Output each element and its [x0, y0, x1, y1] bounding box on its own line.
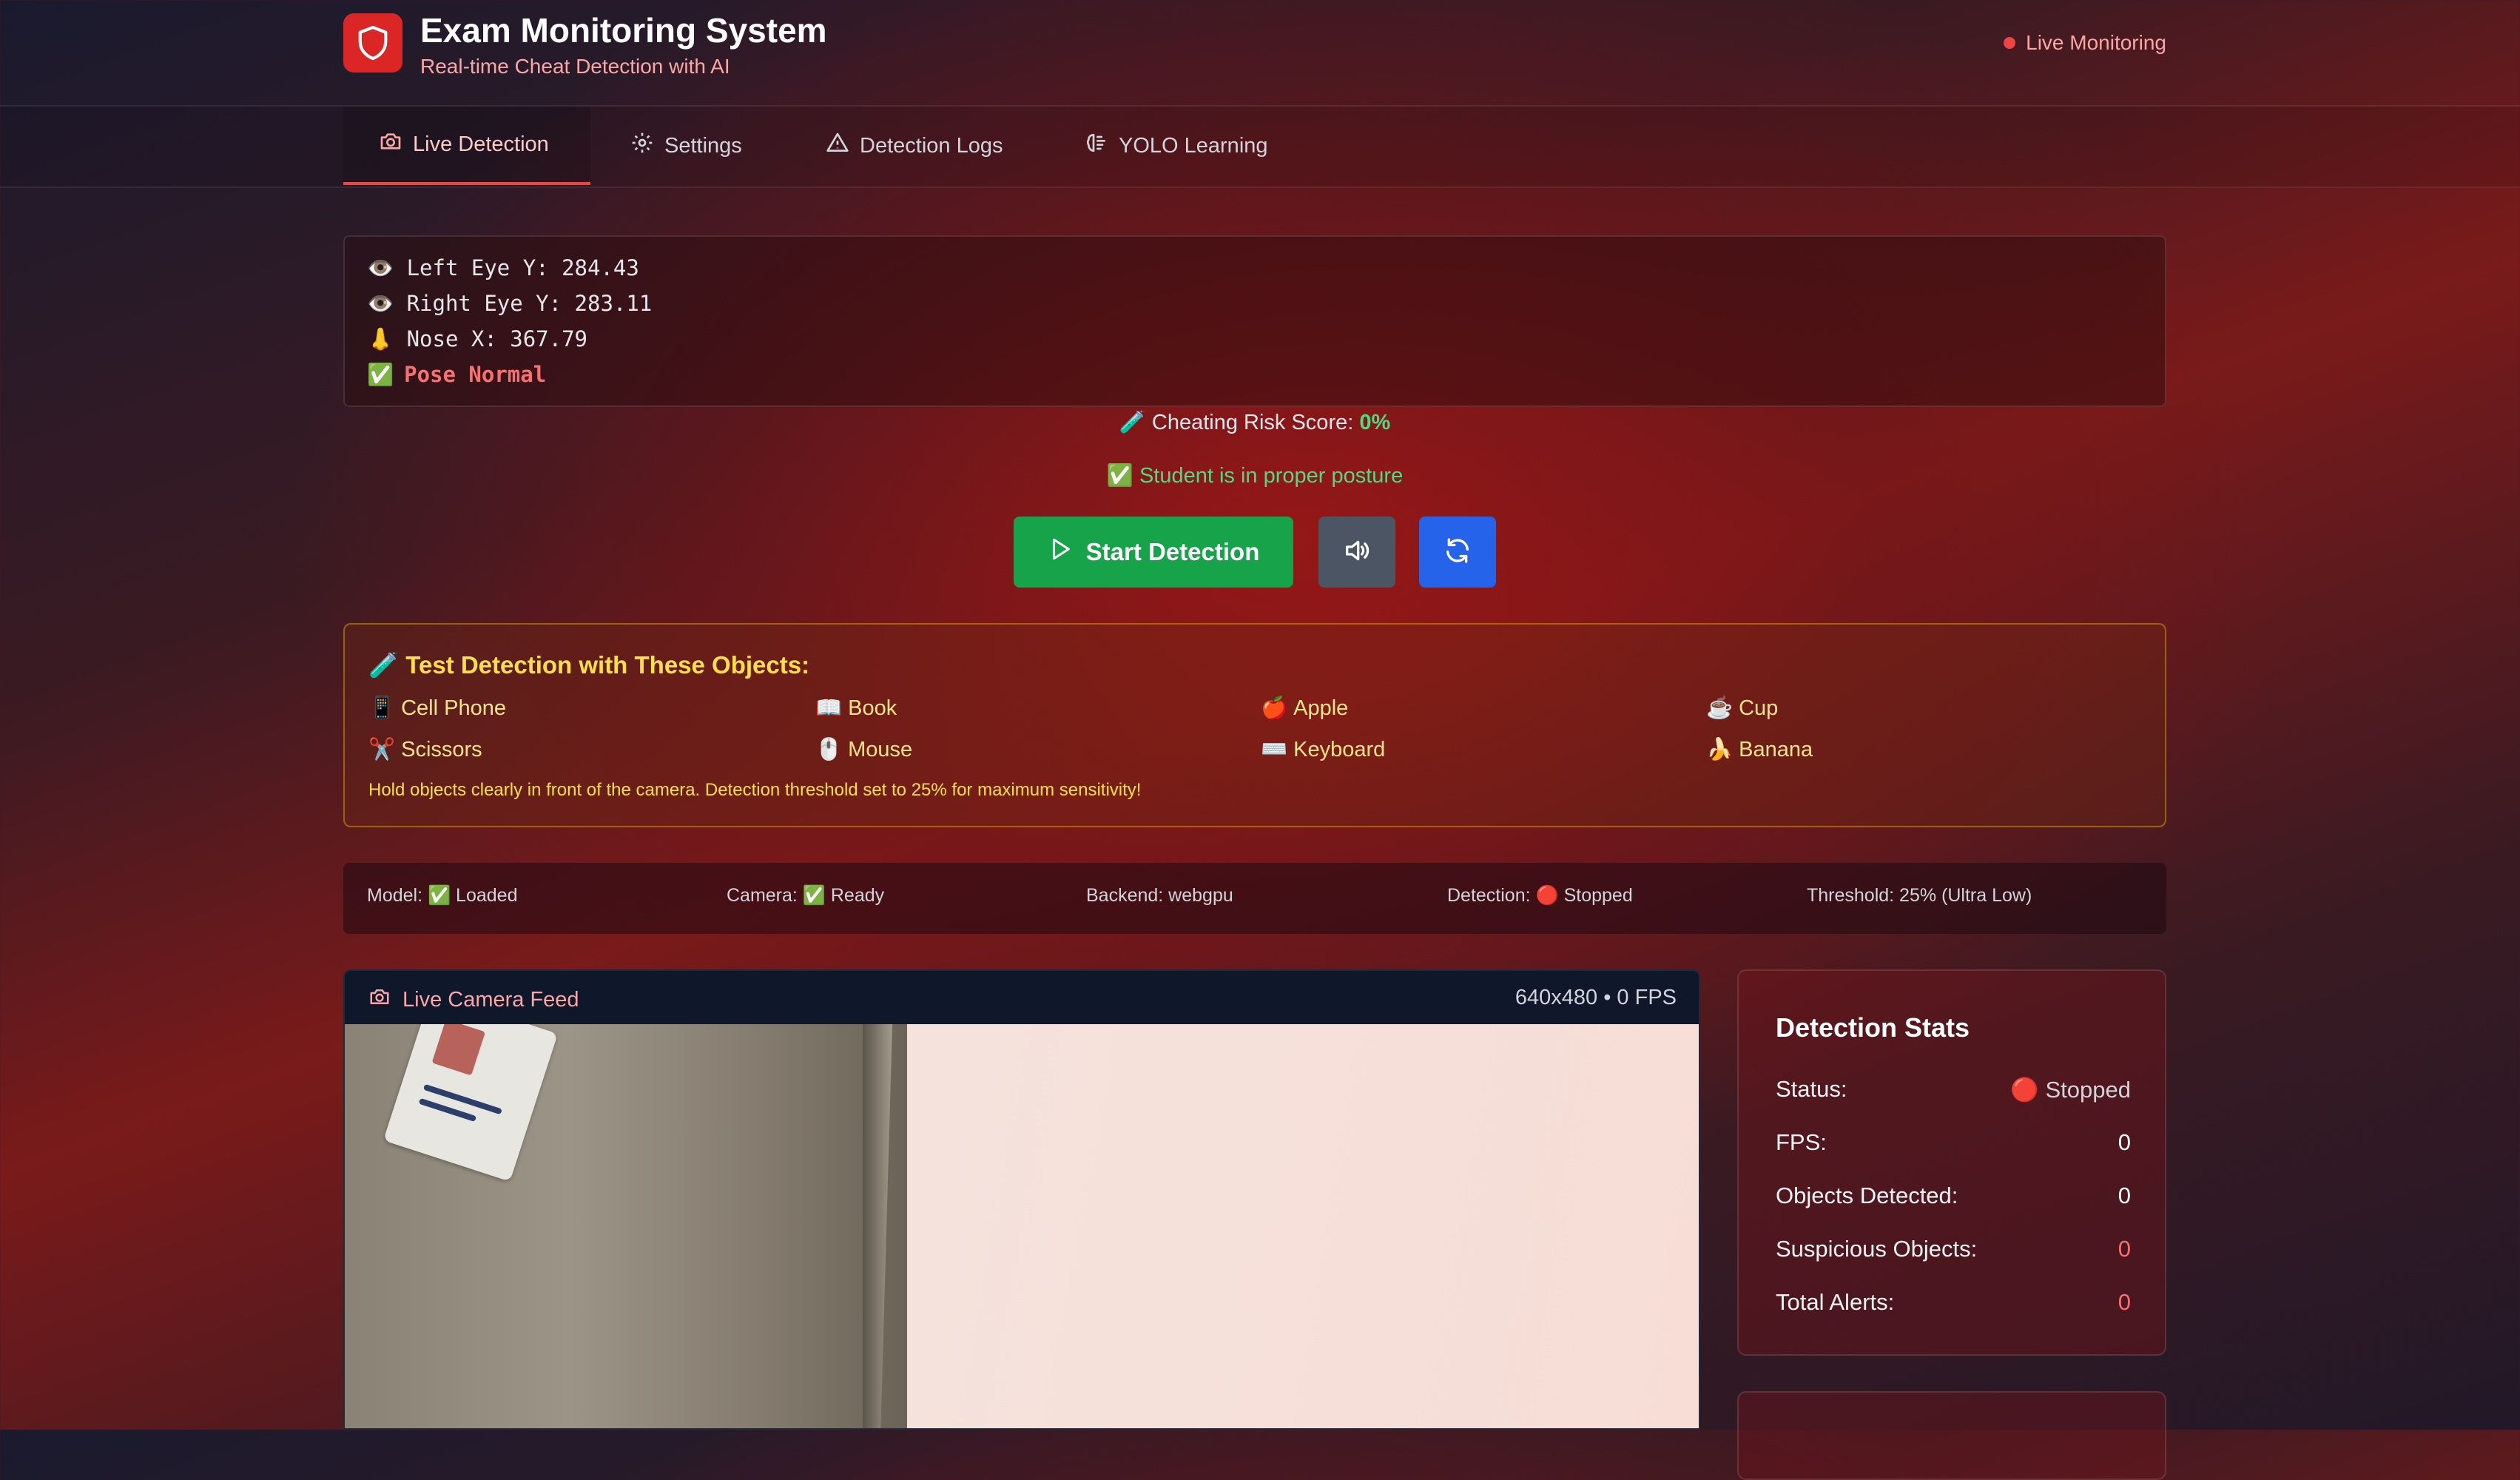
- play-icon: [1048, 536, 1073, 568]
- app-subtitle: Real-time Cheat Detection with AI: [420, 55, 730, 78]
- live-monitoring-label: Live Monitoring: [2026, 31, 2166, 54]
- object-apple: 🍎 Apple: [1261, 696, 1348, 721]
- camera-status: Camera: ✅ Ready: [727, 885, 885, 906]
- object-label: Cell Phone: [401, 696, 506, 720]
- pose-status: Pose Normal: [404, 362, 547, 387]
- stat-value: 0: [2118, 1236, 2131, 1262]
- test-objects-note: Hold objects clearly in front of the cam…: [368, 780, 1142, 800]
- detection-stats-panel: Detection Stats Status: 🔴 Stopped FPS: 0…: [1737, 969, 2166, 1356]
- backend-status: Backend: webgpu: [1086, 885, 1233, 906]
- object-label: Cup: [1739, 696, 1779, 720]
- tab-bar: Live Detection Settings Detection Logs Y…: [0, 107, 2520, 188]
- check-icon: ✅: [367, 361, 394, 387]
- id-card-line: [422, 1083, 502, 1115]
- left-eye-readout: 👁️ Left Eye Y: 284.43: [367, 255, 639, 280]
- right-eye-readout: 👁️ Right Eye Y: 283.11: [367, 290, 653, 316]
- pose-readout-panel: 👁️ Left Eye Y: 284.43 👁️ Right Eye Y: 28…: [343, 235, 2166, 407]
- apple-icon: 🍎: [1261, 696, 1288, 720]
- start-detection-label: Start Detection: [1085, 538, 1260, 565]
- camera-feed-header: Live Camera Feed 640x480 • 0 FPS: [345, 971, 1699, 1024]
- camera-feed-title: Live Camera Feed: [368, 986, 579, 1014]
- brain-icon: [1085, 131, 1108, 161]
- refresh-button[interactable]: [1419, 517, 1496, 588]
- sound-toggle-button[interactable]: [1318, 517, 1395, 588]
- stat-total-alerts: Total Alerts: 0: [1776, 1289, 2131, 1316]
- test-objects-title: 🧪 Test Detection with These Objects:: [368, 651, 810, 679]
- tab-detection-logs[interactable]: Detection Logs: [790, 107, 1038, 185]
- stat-label: Objects Detected:: [1776, 1183, 1958, 1208]
- object-label: Scissors: [401, 737, 482, 761]
- phone-icon: 📱: [368, 696, 396, 720]
- tab-label: Settings: [664, 133, 742, 158]
- object-mouse: 🖱️ Mouse: [815, 737, 912, 762]
- object-cup: ☕ Cup: [1706, 696, 1778, 721]
- risk-label: 🧪 Cheating Risk Score:: [1119, 411, 1354, 434]
- book-icon: 📖: [815, 696, 843, 720]
- nose-readout: 👃 Nose X: 367.79: [367, 326, 588, 352]
- model-status: Model: ✅ Loaded: [367, 885, 518, 906]
- warning-icon: [826, 131, 849, 161]
- cup-icon: ☕: [1706, 696, 1734, 720]
- object-label: Keyboard: [1293, 737, 1386, 761]
- live-dot-icon: [2004, 37, 2016, 49]
- tab-label: YOLO Learning: [1119, 133, 1268, 158]
- stat-label: FPS:: [1776, 1129, 1827, 1155]
- start-detection-button[interactable]: Start Detection: [1014, 517, 1293, 588]
- cheating-risk-score: 🧪 Cheating Risk Score: 0%: [343, 410, 2166, 435]
- secondary-panel: [1737, 1391, 2166, 1480]
- test-objects-panel: 🧪 Test Detection with These Objects: 📱 C…: [343, 623, 2166, 827]
- tab-live-detection[interactable]: Live Detection: [343, 107, 590, 185]
- app-header: Exam Monitoring System Real-time Cheat D…: [0, 0, 2520, 107]
- scissors-icon: ✂️: [368, 738, 396, 761]
- stat-value: 0: [2118, 1129, 2131, 1155]
- posture-message: ✅ Student is in proper posture: [1106, 464, 1404, 488]
- banana-icon: 🍌: [1706, 738, 1734, 761]
- threshold-status: Threshold: 25% (Ultra Low): [1807, 885, 2032, 906]
- tab-label: Live Detection: [413, 132, 549, 156]
- pose-status-line: ✅ Pose Normal: [367, 357, 2143, 392]
- stat-label: Suspicious Objects:: [1776, 1236, 1978, 1262]
- keyboard-icon: ⌨️: [1261, 738, 1288, 761]
- app-title: Exam Monitoring System: [420, 11, 827, 50]
- object-keyboard: ⌨️ Keyboard: [1261, 737, 1385, 762]
- stat-suspicious-objects: Suspicious Objects: 0: [1776, 1236, 2131, 1262]
- id-card-photo: [431, 1024, 485, 1076]
- camera-feed-info: 640x480 • 0 FPS: [1515, 986, 1677, 1009]
- object-label: Mouse: [848, 737, 913, 761]
- object-scissors: ✂️ Scissors: [368, 737, 482, 762]
- object-label: Book: [848, 696, 897, 720]
- stat-label: Status:: [1776, 1076, 1847, 1102]
- detection-status: Detection: 🔴 Stopped: [1447, 885, 1633, 906]
- live-monitoring-badge: Live Monitoring: [2004, 31, 2166, 55]
- tab-yolo-learning[interactable]: YOLO Learning: [1049, 107, 1304, 185]
- stat-label: Total Alerts:: [1776, 1289, 1895, 1315]
- mouse-icon: 🖱️: [815, 738, 843, 761]
- camera-feed-panel: Live Camera Feed 640x480 • 0 FPS: [343, 969, 1700, 1430]
- refresh-icon: [1443, 536, 1472, 569]
- speaker-icon: [1342, 536, 1372, 569]
- stat-value: 0: [2118, 1183, 2131, 1208]
- camera-icon: [379, 130, 402, 159]
- risk-value: 0%: [1359, 411, 1391, 434]
- object-cell-phone: 📱 Cell Phone: [368, 696, 506, 721]
- system-status-bar: Model: ✅ Loaded Camera: ✅ Ready Backend:…: [343, 863, 2166, 934]
- stat-fps: FPS: 0: [1776, 1129, 2131, 1156]
- gear-icon: [630, 131, 654, 161]
- camera-feed-label: Live Camera Feed: [402, 987, 579, 1012]
- stat-value: 0: [2118, 1289, 2131, 1315]
- stat-value: 🔴 Stopped: [2010, 1077, 2131, 1103]
- shield-icon: [343, 13, 402, 73]
- stat-status: Status: 🔴 Stopped: [1776, 1076, 2131, 1103]
- camera-icon: [368, 986, 391, 1014]
- detection-stats-title: Detection Stats: [1776, 1012, 1970, 1043]
- object-label: Banana: [1739, 737, 1813, 761]
- stat-objects-detected: Objects Detected: 0: [1776, 1183, 2131, 1209]
- object-book: 📖 Book: [815, 696, 897, 721]
- object-label: Apple: [1293, 696, 1349, 720]
- tab-label: Detection Logs: [860, 133, 1003, 158]
- object-banana: 🍌 Banana: [1706, 737, 1813, 762]
- camera-video: [345, 1024, 1699, 1428]
- tab-settings[interactable]: Settings: [595, 107, 778, 185]
